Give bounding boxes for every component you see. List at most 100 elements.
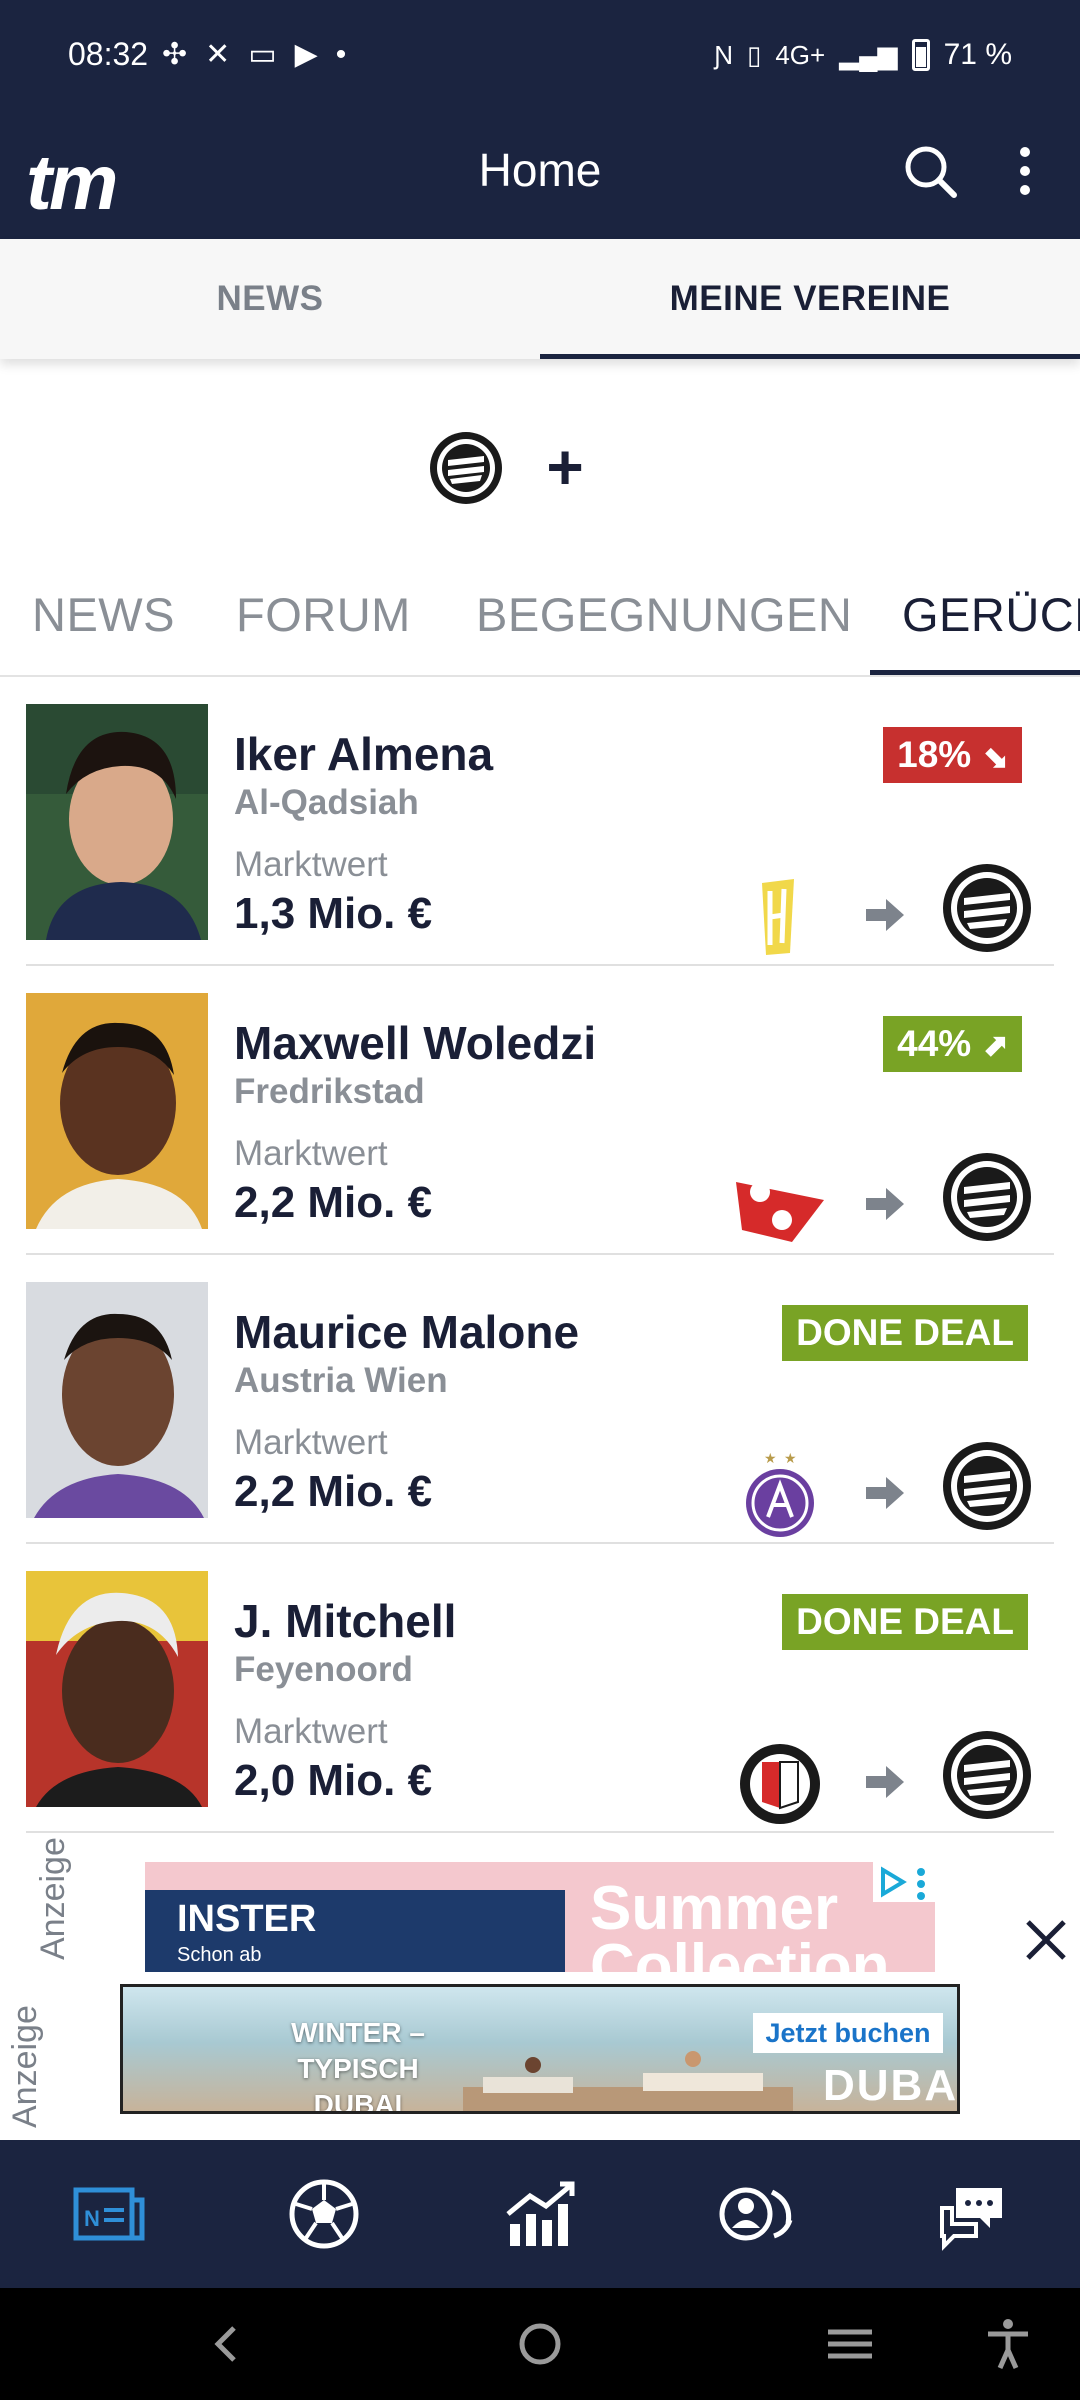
player-name[interactable]: Maxwell Woledzi: [234, 1016, 596, 1070]
probability-badge: 18% ⬊: [883, 727, 1022, 783]
player-swap-icon: [719, 2187, 793, 2241]
ad-cta-button[interactable]: Jetzt buchen: [753, 2013, 943, 2053]
player-name[interactable]: Iker Almena: [234, 727, 493, 781]
chat-bubbles-icon: [940, 2188, 1002, 2251]
recents-icon[interactable]: [820, 2314, 880, 2374]
subtab-begegnungen[interactable]: BEGEGNUNGEN: [476, 587, 852, 675]
vibrate-icon: ▯: [747, 39, 762, 70]
al-qadsiah-crest-icon[interactable]: [732, 869, 828, 965]
tab-news[interactable]: NEWS: [0, 239, 540, 359]
svg-text:N: N: [84, 2206, 100, 2231]
battery-percent: 71 %: [943, 38, 1012, 71]
trend-down-icon: ⬊: [981, 738, 1008, 774]
player-photo: [26, 1282, 208, 1518]
player-photo: [26, 704, 208, 940]
dot-icon: •: [335, 38, 347, 71]
notification-icons: ✣ ✕ ▭ ▶ •: [162, 38, 346, 72]
nav-market-values[interactable]: [432, 2140, 648, 2288]
ad-label: Anzeige: [34, 1837, 72, 1960]
adchoices-icon[interactable]: [873, 1862, 935, 1902]
battery-icon: [911, 39, 930, 71]
search-button[interactable]: [896, 137, 966, 207]
sturm-graz-crest-icon[interactable]: [940, 1439, 1034, 1533]
fredrikstad-crest-icon[interactable]: [732, 1158, 828, 1254]
more-vert-icon: [1000, 135, 1050, 195]
app-bar: tm Home: [0, 115, 1080, 239]
signal-icon: ▂▄▆: [839, 39, 898, 70]
transfer-arrow-icon: [866, 1477, 904, 1509]
accessibility-icon[interactable]: [978, 2314, 1038, 2374]
ad-label: Anzeige: [6, 2005, 44, 2128]
nav-forum[interactable]: [864, 2140, 1080, 2288]
newspaper-icon: N: [73, 2187, 145, 2241]
ad-brand: DUBAI: [823, 2061, 960, 2110]
chart-trend-icon: [506, 2181, 575, 2246]
status-time: 08:32: [68, 36, 149, 72]
player-club: Fredrikstad: [234, 1072, 425, 1111]
x-icon: ✕: [205, 38, 231, 71]
nfc-icon: Ɲ: [714, 39, 733, 70]
probability-value: 44%: [897, 1023, 972, 1064]
probability-value: 18%: [897, 734, 972, 775]
market-value-label: Marktwert: [234, 1134, 388, 1173]
add-club-button[interactable]: +: [540, 422, 590, 512]
status-bar: 08:32 ✣ ✕ ▭ ▶ • Ɲ ▯ 4G+ ▂▄▆ 71 %: [0, 0, 1080, 115]
feyenoord-crest-icon[interactable]: [732, 1736, 828, 1832]
rumour-list: Iker Almena Al-Qadsiah Marktwert 1,3 Mio…: [26, 677, 1054, 1833]
market-value: 2,0 Mio. €: [234, 1756, 433, 1805]
network-type: 4G+: [775, 39, 826, 70]
ad-brand-box: INSTER Schon ab: [145, 1890, 565, 1972]
austria-wien-crest-icon[interactable]: ★ ★: [732, 1447, 828, 1543]
ad-banner-dubai[interactable]: WINTER – TYPISCH DUBAI Jetzt buchen DUBA…: [120, 1984, 960, 2114]
market-value: 1,3 Mio. €: [234, 889, 433, 938]
ad-banner-fashion[interactable]: INSTER Schon ab Summer Collection: [145, 1862, 935, 1972]
subtab-forum[interactable]: FORUM: [236, 587, 411, 675]
transfer-arrow-icon: [866, 1766, 904, 1798]
player-club: Feyenoord: [234, 1650, 413, 1689]
sturm-graz-crest-icon[interactable]: [940, 1150, 1034, 1244]
pinwheel-icon: ✣: [162, 38, 188, 71]
sturm-graz-crest-icon[interactable]: [940, 1728, 1034, 1822]
ad-text: WINTER – TYPISCH DUBAI: [291, 2017, 425, 2114]
status-right: Ɲ ▯ 4G+ ▂▄▆ 71 %: [714, 38, 1012, 72]
player-name[interactable]: J. Mitchell: [234, 1594, 456, 1648]
close-icon[interactable]: [1016, 1910, 1076, 1970]
nav-transfers[interactable]: [648, 2140, 864, 2288]
youtube-icon: ▶: [294, 38, 318, 71]
system-nav-bar: [0, 2288, 1080, 2400]
market-value-label: Marktwert: [234, 1423, 388, 1462]
player-club: Al-Qadsiah: [234, 783, 419, 822]
search-icon: [905, 146, 957, 198]
transfer-arrow-icon: [866, 899, 904, 931]
football-icon: [289, 2179, 359, 2249]
nav-matches[interactable]: [216, 2140, 432, 2288]
ad-headline: INSTER: [177, 1898, 317, 1940]
sturm-graz-crest-icon[interactable]: [940, 861, 1034, 955]
rumour-row[interactable]: Maurice Malone Austria Wien Marktwert 2,…: [26, 1255, 1054, 1544]
ad-subline: Schon ab: [177, 1944, 262, 1966]
svg-text:★: ★: [764, 1450, 777, 1466]
probability-badge: 44% ⬈: [883, 1016, 1022, 1072]
rumour-row[interactable]: Maxwell Woledzi Fredrikstad Marktwert 2,…: [26, 966, 1054, 1255]
player-club: Austria Wien: [234, 1361, 448, 1400]
done-deal-badge: DONE DEAL: [782, 1594, 1028, 1650]
done-deal-badge: DONE DEAL: [782, 1305, 1028, 1361]
subtab-news[interactable]: NEWS: [32, 587, 175, 675]
ad-illustration: [463, 2051, 793, 2111]
player-name[interactable]: Maurice Malone: [234, 1305, 579, 1359]
back-icon[interactable]: [198, 2314, 258, 2374]
wallet-icon: ▭: [248, 38, 277, 71]
svg-text:★: ★: [784, 1450, 797, 1466]
tab-meine-vereine[interactable]: MEINE VEREINE: [540, 239, 1080, 359]
home-icon[interactable]: [510, 2314, 570, 2374]
rumour-row[interactable]: Iker Almena Al-Qadsiah Marktwert 1,3 Mio…: [26, 677, 1054, 966]
transfer-arrow-icon: [866, 1188, 904, 1220]
player-photo: [26, 1571, 208, 1807]
rumour-row[interactable]: J. Mitchell Feyenoord Marktwert 2,0 Mio.…: [26, 1544, 1054, 1833]
overflow-menu-button[interactable]: [1000, 135, 1050, 209]
subtab-geruechte[interactable]: GERÜCH: [870, 587, 1080, 675]
club-sub-tabs: NEWS FORUM BEGEGNUNGEN GERÜCH: [0, 565, 1080, 677]
sturm-graz-crest-icon[interactable]: [428, 430, 504, 506]
nav-news[interactable]: N: [0, 2140, 216, 2288]
market-value: 2,2 Mio. €: [234, 1178, 433, 1227]
